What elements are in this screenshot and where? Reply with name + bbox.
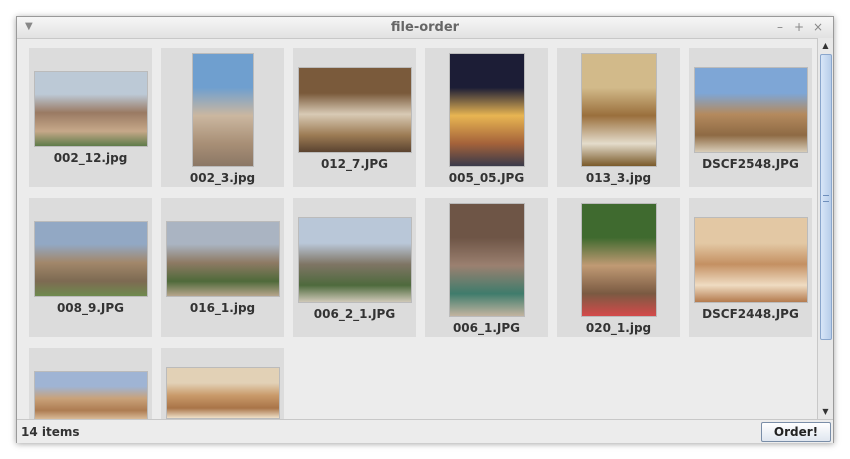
file-name: 002_3.jpg <box>189 171 256 185</box>
status-bar: 14 items Order! <box>17 419 833 443</box>
file-order-window: ▼ file-order – + × 002_12.jpg 002_3.jpg 01… <box>16 16 834 443</box>
camel-portrait-photo-icon <box>580 203 657 317</box>
file-name: 006_1.JPG <box>452 321 521 335</box>
file-name: 005_05.JPG <box>448 171 525 185</box>
file-tile[interactable] <box>161 348 284 419</box>
canyon-stream-photo-icon <box>448 203 525 317</box>
spice-sacks-photo-icon <box>580 53 657 167</box>
dune-ridges-photo-icon <box>165 367 280 419</box>
file-name: 006_2_1.JPG <box>313 307 396 321</box>
file-tile[interactable]: DSCF2448.JPG <box>689 198 812 337</box>
scroll-up-arrow-icon[interactable]: ▲ <box>819 39 832 52</box>
file-tile[interactable]: 002_12.jpg <box>29 48 152 187</box>
arched-courtyard-photo-icon <box>33 71 148 147</box>
maximize-icon[interactable]: + <box>792 20 806 34</box>
window-title: file-order <box>390 20 460 35</box>
file-tile[interactable]: DSCF2548.JPG <box>689 48 812 187</box>
illuminated-gate-photo-icon <box>448 53 525 167</box>
vertical-scrollbar[interactable]: ▲ ▼ <box>817 38 833 419</box>
thumbnail-grid: 002_12.jpg 002_3.jpg 012_7.JPG 005_05.JPG 01… <box>19 41 817 419</box>
file-tile[interactable]: 016_1.jpg <box>161 198 284 337</box>
file-name: DSCF2548.JPG <box>702 157 799 171</box>
file-tile[interactable]: 012_7.JPG <box>293 48 416 187</box>
minaret-arch-photo-icon <box>191 53 254 167</box>
file-tile[interactable]: 005_05.JPG <box>425 48 548 187</box>
stone-fort-photo-icon <box>33 221 148 297</box>
scroll-down-arrow-icon[interactable]: ▼ <box>819 405 832 418</box>
file-tile[interactable] <box>29 348 152 419</box>
scrollbar-thumb[interactable] <box>820 54 832 340</box>
file-tile[interactable]: 008_9.JPG <box>29 198 152 337</box>
item-count: 14 items <box>21 425 80 439</box>
file-name: 013_3.jpg <box>585 171 652 185</box>
sand-dunes-photo-icon <box>693 217 808 303</box>
mosque-hall-photo-icon <box>297 67 412 153</box>
minimize-icon[interactable]: – <box>773 20 787 34</box>
scrollbar-grip <box>823 195 829 202</box>
file-name: DSCF2448.JPG <box>702 307 799 321</box>
file-tile[interactable]: 002_3.jpg <box>161 48 284 187</box>
ruined-fort-photo-icon <box>693 67 808 153</box>
village-hillside-photo-icon <box>165 221 280 297</box>
desert-horizon-photo-icon <box>33 371 148 419</box>
file-name: 002_12.jpg <box>53 151 128 165</box>
close-icon[interactable]: × <box>811 20 825 34</box>
file-tile[interactable]: 020_1.jpg <box>557 198 680 337</box>
file-tile[interactable]: 006_1.JPG <box>425 198 548 337</box>
file-name: 012_7.JPG <box>320 157 389 171</box>
title-bar[interactable]: ▼ file-order – + × <box>17 17 833 39</box>
rocky-valley-photo-icon <box>297 217 412 303</box>
file-tile[interactable]: 006_2_1.JPG <box>293 198 416 337</box>
file-name: 020_1.jpg <box>585 321 652 335</box>
file-name: 016_1.jpg <box>189 301 256 315</box>
order-button[interactable]: Order! <box>761 422 831 442</box>
file-tile[interactable]: 013_3.jpg <box>557 48 680 187</box>
file-name: 008_9.JPG <box>56 301 125 315</box>
